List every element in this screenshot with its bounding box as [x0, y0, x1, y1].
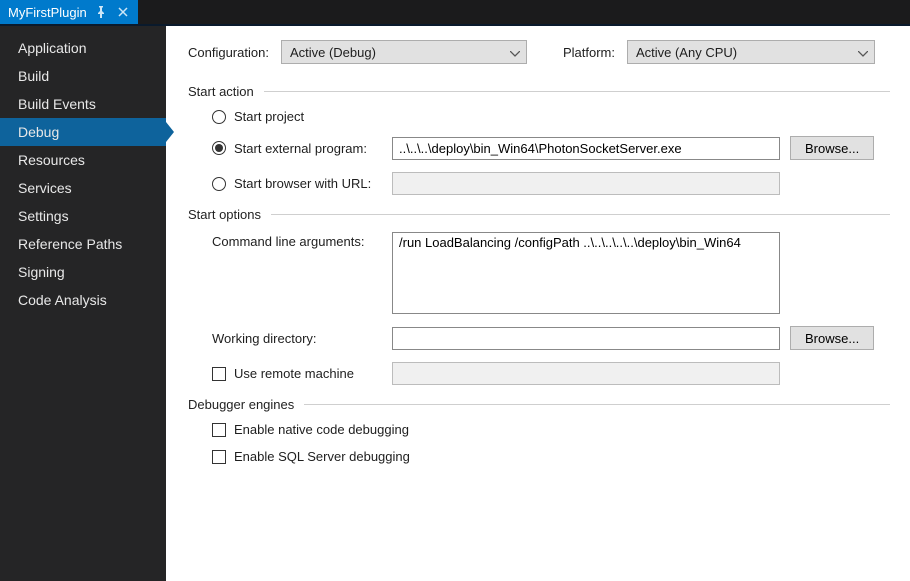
- radio-start-project[interactable]: Start project: [212, 109, 304, 124]
- main-panel: Configuration: Active (Debug) Platform: …: [166, 26, 910, 581]
- sidebar-item-label: Build: [18, 68, 49, 84]
- platform-dropdown[interactable]: Active (Any CPU): [627, 40, 875, 64]
- working-dir-label: Working directory:: [212, 331, 382, 346]
- section-start-options: Start options: [188, 207, 890, 222]
- radio-start-browser-input[interactable]: [212, 177, 226, 191]
- sidebar-item-label: Settings: [18, 208, 69, 224]
- sidebar-item-reference-paths[interactable]: Reference Paths: [0, 230, 166, 258]
- sidebar-item-resources[interactable]: Resources: [0, 146, 166, 174]
- enable-sql-checkbox[interactable]: Enable SQL Server debugging: [212, 449, 410, 464]
- platform-label: Platform:: [563, 45, 615, 60]
- browse-working-dir-button[interactable]: Browse...: [790, 326, 874, 350]
- section-debugger-engines: Debugger engines: [188, 397, 890, 412]
- sidebar-item-debug[interactable]: Debug: [0, 118, 166, 146]
- radio-start-external-input[interactable]: [212, 141, 226, 155]
- sidebar-item-label: Resources: [18, 152, 85, 168]
- use-remote-label: Use remote machine: [234, 366, 354, 381]
- radio-start-browser-label: Start browser with URL:: [234, 176, 371, 191]
- enable-sql-label: Enable SQL Server debugging: [234, 449, 410, 464]
- pin-icon[interactable]: [95, 6, 108, 19]
- radio-start-project-label: Start project: [234, 109, 304, 124]
- working-dir-input[interactable]: [392, 327, 780, 350]
- sidebar-item-label: Signing: [18, 264, 65, 280]
- cmd-args-label: Command line arguments:: [212, 232, 382, 249]
- radio-start-project-input[interactable]: [212, 110, 226, 124]
- cmd-args-input[interactable]: [392, 232, 780, 314]
- sidebar-item-label: Reference Paths: [18, 236, 122, 252]
- chevron-down-icon: [510, 45, 520, 60]
- close-icon[interactable]: [116, 5, 130, 19]
- radio-start-browser[interactable]: Start browser with URL:: [212, 176, 382, 191]
- sidebar-item-settings[interactable]: Settings: [0, 202, 166, 230]
- sidebar-item-code-analysis[interactable]: Code Analysis: [0, 286, 166, 314]
- sidebar-item-label: Debug: [18, 124, 59, 140]
- chevron-down-icon: [858, 45, 868, 60]
- enable-native-label: Enable native code debugging: [234, 422, 409, 437]
- enable-sql-input[interactable]: [212, 450, 226, 464]
- enable-native-input[interactable]: [212, 423, 226, 437]
- sidebar-item-label: Application: [18, 40, 87, 56]
- configuration-label: Configuration:: [188, 45, 269, 60]
- platform-value: Active (Any CPU): [636, 45, 737, 60]
- tab-strip: MyFirstPlugin: [0, 0, 910, 26]
- sidebar-item-label: Build Events: [18, 96, 96, 112]
- remote-machine-input: [392, 362, 780, 385]
- section-start-action: Start action: [188, 84, 890, 99]
- sidebar-item-label: Services: [18, 180, 72, 196]
- sidebar-item-label: Code Analysis: [18, 292, 107, 308]
- use-remote-checkbox[interactable]: Use remote machine: [212, 366, 382, 381]
- use-remote-input[interactable]: [212, 367, 226, 381]
- sidebar-item-services[interactable]: Services: [0, 174, 166, 202]
- radio-start-external[interactable]: Start external program:: [212, 141, 382, 156]
- enable-native-checkbox[interactable]: Enable native code debugging: [212, 422, 409, 437]
- tab-myfirstplugin[interactable]: MyFirstPlugin: [0, 0, 138, 24]
- external-program-input[interactable]: [392, 137, 780, 160]
- browser-url-input: [392, 172, 780, 195]
- sidebar-item-signing[interactable]: Signing: [0, 258, 166, 286]
- sidebar-item-build[interactable]: Build: [0, 62, 166, 90]
- browse-external-button[interactable]: Browse...: [790, 136, 874, 160]
- sidebar-item-application[interactable]: Application: [0, 34, 166, 62]
- configuration-dropdown[interactable]: Active (Debug): [281, 40, 527, 64]
- tab-title: MyFirstPlugin: [8, 5, 87, 20]
- sidebar-item-build-events[interactable]: Build Events: [0, 90, 166, 118]
- radio-start-external-label: Start external program:: [234, 141, 367, 156]
- configuration-value: Active (Debug): [290, 45, 376, 60]
- properties-sidebar: Application Build Build Events Debug Res…: [0, 26, 166, 581]
